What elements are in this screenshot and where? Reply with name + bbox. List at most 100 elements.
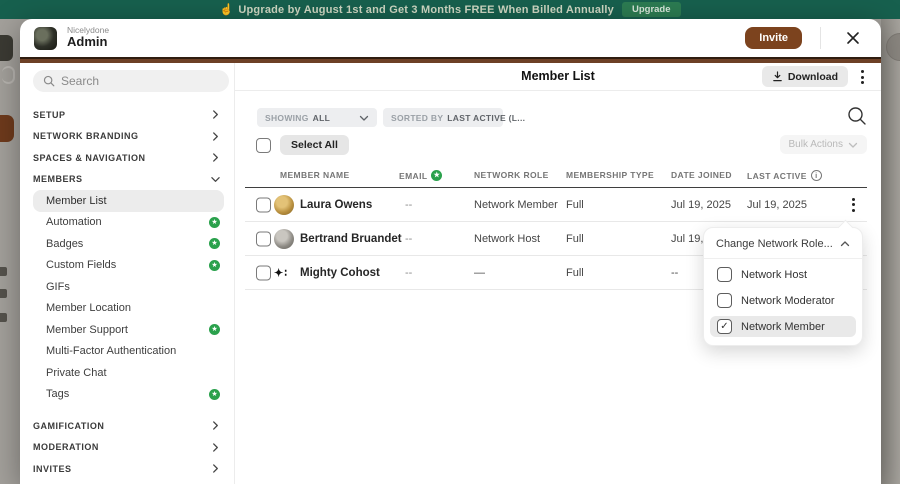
download-button[interactable]: Download [761, 66, 848, 87]
sidebar-item-invites[interactable]: INVITES [33, 458, 228, 480]
member-role: Network Host [474, 232, 541, 245]
upgrade-button[interactable]: Upgrade [621, 2, 681, 17]
filter-prefix: SORTED BY [391, 112, 444, 123]
column-member-name: MEMBER NAME [280, 170, 350, 180]
column-network-role: NETWORK ROLE [474, 170, 549, 180]
table-row[interactable]: Laura Owens -- Network Member Full Jul 1… [245, 188, 867, 222]
member-list-panel: Member List Download SHOWING ALL SORTED … [235, 63, 881, 484]
sidebar-item-private-chat[interactable]: Private Chat [33, 362, 228, 384]
admin-modal: Nicelydone Admin Invite Search SETUP NET… [20, 19, 881, 484]
sidebar-label: Custom Fields [46, 259, 117, 272]
chevron-right-icon [213, 421, 218, 430]
background-tick [0, 289, 7, 298]
sidebar-label: SPACES & NAVIGATION [33, 152, 146, 163]
promo-text: ☝ Upgrade by August 1st and Get 3 Months… [219, 3, 614, 17]
sidebar-item-gamification[interactable]: GAMIFICATION [33, 415, 228, 437]
upgrade-badge-icon: ★ [431, 170, 443, 181]
download-label: Download [787, 70, 838, 83]
select-all-button[interactable]: Select All [280, 135, 349, 155]
search-icon [848, 107, 866, 125]
row-checkbox[interactable] [256, 265, 271, 280]
membership-type: Full [566, 266, 584, 279]
download-icon [773, 71, 782, 82]
sidebar-item-gifs[interactable]: GIFs [33, 276, 228, 298]
option-checkbox[interactable] [717, 293, 732, 308]
select-all-checkbox[interactable] [256, 138, 271, 153]
pointing-hand-icon: ☝ [219, 4, 234, 16]
sidebar-label: MODERATION [33, 442, 99, 453]
selection-toolbar: Select All Bulk Actions [235, 135, 881, 155]
close-button[interactable] [839, 28, 867, 48]
sidebar-item-member-location[interactable]: Member Location [33, 298, 228, 320]
upgrade-badge-icon: ★ [209, 259, 220, 271]
more-options-button[interactable] [856, 67, 869, 87]
chevron-right-icon [213, 110, 218, 119]
filter-prefix: SHOWING [265, 112, 309, 123]
option-label: Network Moderator [741, 294, 835, 307]
sidebar-item-plans[interactable]: PLANS [33, 480, 228, 484]
sidebar-item-moderation[interactable]: MODERATION [33, 437, 228, 459]
chevron-right-icon [213, 153, 218, 162]
chevron-right-icon [213, 132, 218, 141]
background-accent-fragment [0, 115, 14, 142]
row-menu-button[interactable] [847, 195, 860, 215]
sidebar-item-automation[interactable]: Automation ★ [33, 212, 228, 234]
option-checkbox[interactable] [717, 267, 732, 282]
invite-button[interactable]: Invite [745, 27, 802, 49]
chevron-right-icon [213, 443, 218, 452]
sidebar-item-network-branding[interactable]: NETWORK BRANDING [33, 126, 228, 148]
avatar [274, 228, 294, 249]
page-title: Admin [67, 34, 108, 50]
sidebar-item-member-list[interactable]: Member List [33, 190, 224, 212]
sort-filter-dropdown[interactable]: SORTED BY LAST ACTIVE (L... [383, 108, 525, 127]
member-role: — [474, 266, 485, 279]
close-icon [847, 32, 859, 44]
sidebar-label: GAMIFICATION [33, 420, 105, 431]
sidebar-item-spaces-navigation[interactable]: SPACES & NAVIGATION [33, 147, 228, 169]
filter-value: LAST ACTIVE (L... [447, 112, 526, 123]
member-search-button[interactable] [846, 105, 868, 130]
date-joined: Jul 19, 2025 [671, 198, 731, 211]
sidebar-label: GIFs [46, 280, 70, 293]
sidebar-item-mfa[interactable]: Multi-Factor Authentication [33, 341, 228, 363]
search-input[interactable] [61, 74, 211, 88]
row-checkbox[interactable] [256, 197, 271, 212]
sidebar-item-custom-fields[interactable]: Custom Fields ★ [33, 255, 228, 277]
sidebar-label: Tags [46, 388, 70, 401]
member-email: -- [405, 198, 413, 211]
modal-header: Nicelydone Admin Invite [20, 19, 881, 57]
sidebar-item-member-support[interactable]: Member Support ★ [33, 319, 228, 341]
admin-sidebar: SETUP NETWORK BRANDING SPACES & NAVIGATI… [20, 63, 235, 484]
chevron-down-icon [211, 176, 220, 182]
sidebar-item-members[interactable]: MEMBERS [33, 169, 228, 191]
column-date-joined: DATE JOINED [671, 170, 732, 180]
option-label: Network Member [741, 320, 825, 333]
bulk-actions-button[interactable]: Bulk Actions [779, 135, 867, 154]
chevron-down-icon [848, 142, 858, 148]
sidebar-label: Automation [46, 216, 102, 229]
role-option-network-moderator[interactable]: Network Moderator [710, 290, 856, 311]
modal-body: SETUP NETWORK BRANDING SPACES & NAVIGATI… [20, 63, 881, 484]
change-role-dropdown: Change Network Role... Network Host Netw… [703, 219, 863, 346]
upgrade-badge-icon: ★ [209, 324, 220, 336]
column-label: EMAIL [399, 170, 428, 181]
info-icon[interactable]: i [810, 170, 822, 181]
sidebar-item-badges[interactable]: Badges ★ [33, 233, 228, 255]
role-option-network-host[interactable]: Network Host [710, 264, 856, 285]
sidebar-label: Member Location [46, 302, 131, 315]
sidebar-label: Badges [46, 237, 84, 250]
membership-type: Full [566, 232, 584, 245]
community-avatar [34, 26, 57, 50]
sidebar-item-setup[interactable]: SETUP [33, 104, 228, 126]
chevron-down-icon [359, 115, 369, 121]
sidebar-search[interactable] [33, 70, 229, 92]
row-checkbox[interactable] [256, 231, 271, 246]
avatar [274, 194, 294, 215]
sidebar-item-tags[interactable]: Tags ★ [33, 384, 228, 406]
showing-filter-dropdown[interactable]: SHOWING ALL [257, 108, 377, 127]
dropdown-header[interactable]: Change Network Role... [704, 228, 862, 259]
sidebar-label: INVITES [33, 463, 72, 474]
role-option-network-member[interactable]: ✓ Network Member [710, 316, 856, 337]
option-checkbox-checked[interactable]: ✓ [717, 319, 732, 334]
background-page-left [0, 19, 20, 484]
